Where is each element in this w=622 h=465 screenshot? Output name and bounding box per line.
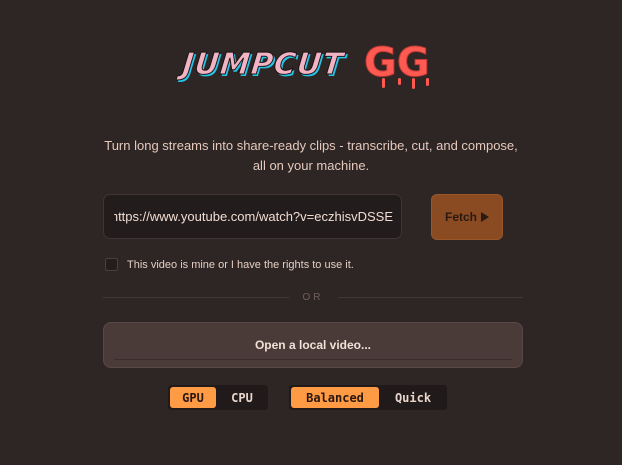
device-toggle: GPU CPU — [168, 385, 268, 410]
mode-toggle: Balanced Quick — [289, 385, 447, 410]
logo-accent: GG — [364, 40, 430, 86]
fetch-button-label: Fetch — [444, 210, 477, 224]
mode-option-balanced[interactable]: Balanced — [291, 387, 379, 408]
drip-icon — [382, 78, 385, 88]
video-url-input[interactable] — [103, 194, 402, 239]
open-local-video-label: Open a local video... — [254, 338, 372, 352]
or-divider: OR — [103, 289, 523, 305]
open-local-video-button[interactable]: Open a local video... — [103, 322, 523, 368]
logo-graphic: JUMPCUT JUMPCUT GG — [175, 40, 430, 89]
app-logo: JUMPCUT JUMPCUT GG — [150, 32, 472, 94]
device-option-cpu[interactable]: CPU — [216, 385, 268, 410]
drip-icon — [412, 78, 415, 89]
app-window: JUMPCUT JUMPCUT GG Turn long streams int… — [0, 0, 622, 465]
rights-confirmation[interactable]: This video is mine or I have the rights … — [105, 258, 354, 271]
play-triangle-icon — [481, 212, 489, 222]
tagline: Turn long streams into share-ready clips… — [90, 136, 532, 176]
divider-label: OR — [302, 291, 324, 303]
mode-option-quick[interactable]: Quick — [379, 385, 447, 410]
rights-checkbox-label: This video is mine or I have the rights … — [127, 258, 354, 271]
fetch-button[interactable]: Fetch — [431, 194, 503, 240]
divider-line-right — [337, 296, 523, 298]
divider-line-left — [103, 296, 289, 298]
tagline-line-2: all on your machine. — [252, 158, 370, 173]
tagline-line-1: Turn long streams into share-ready clips… — [104, 138, 518, 153]
logo-wordmark: JUMPCUT — [176, 47, 347, 82]
rights-checkbox[interactable] — [105, 258, 118, 271]
drip-icon — [398, 78, 401, 85]
device-option-gpu[interactable]: GPU — [170, 387, 216, 408]
drip-icon — [426, 78, 429, 86]
